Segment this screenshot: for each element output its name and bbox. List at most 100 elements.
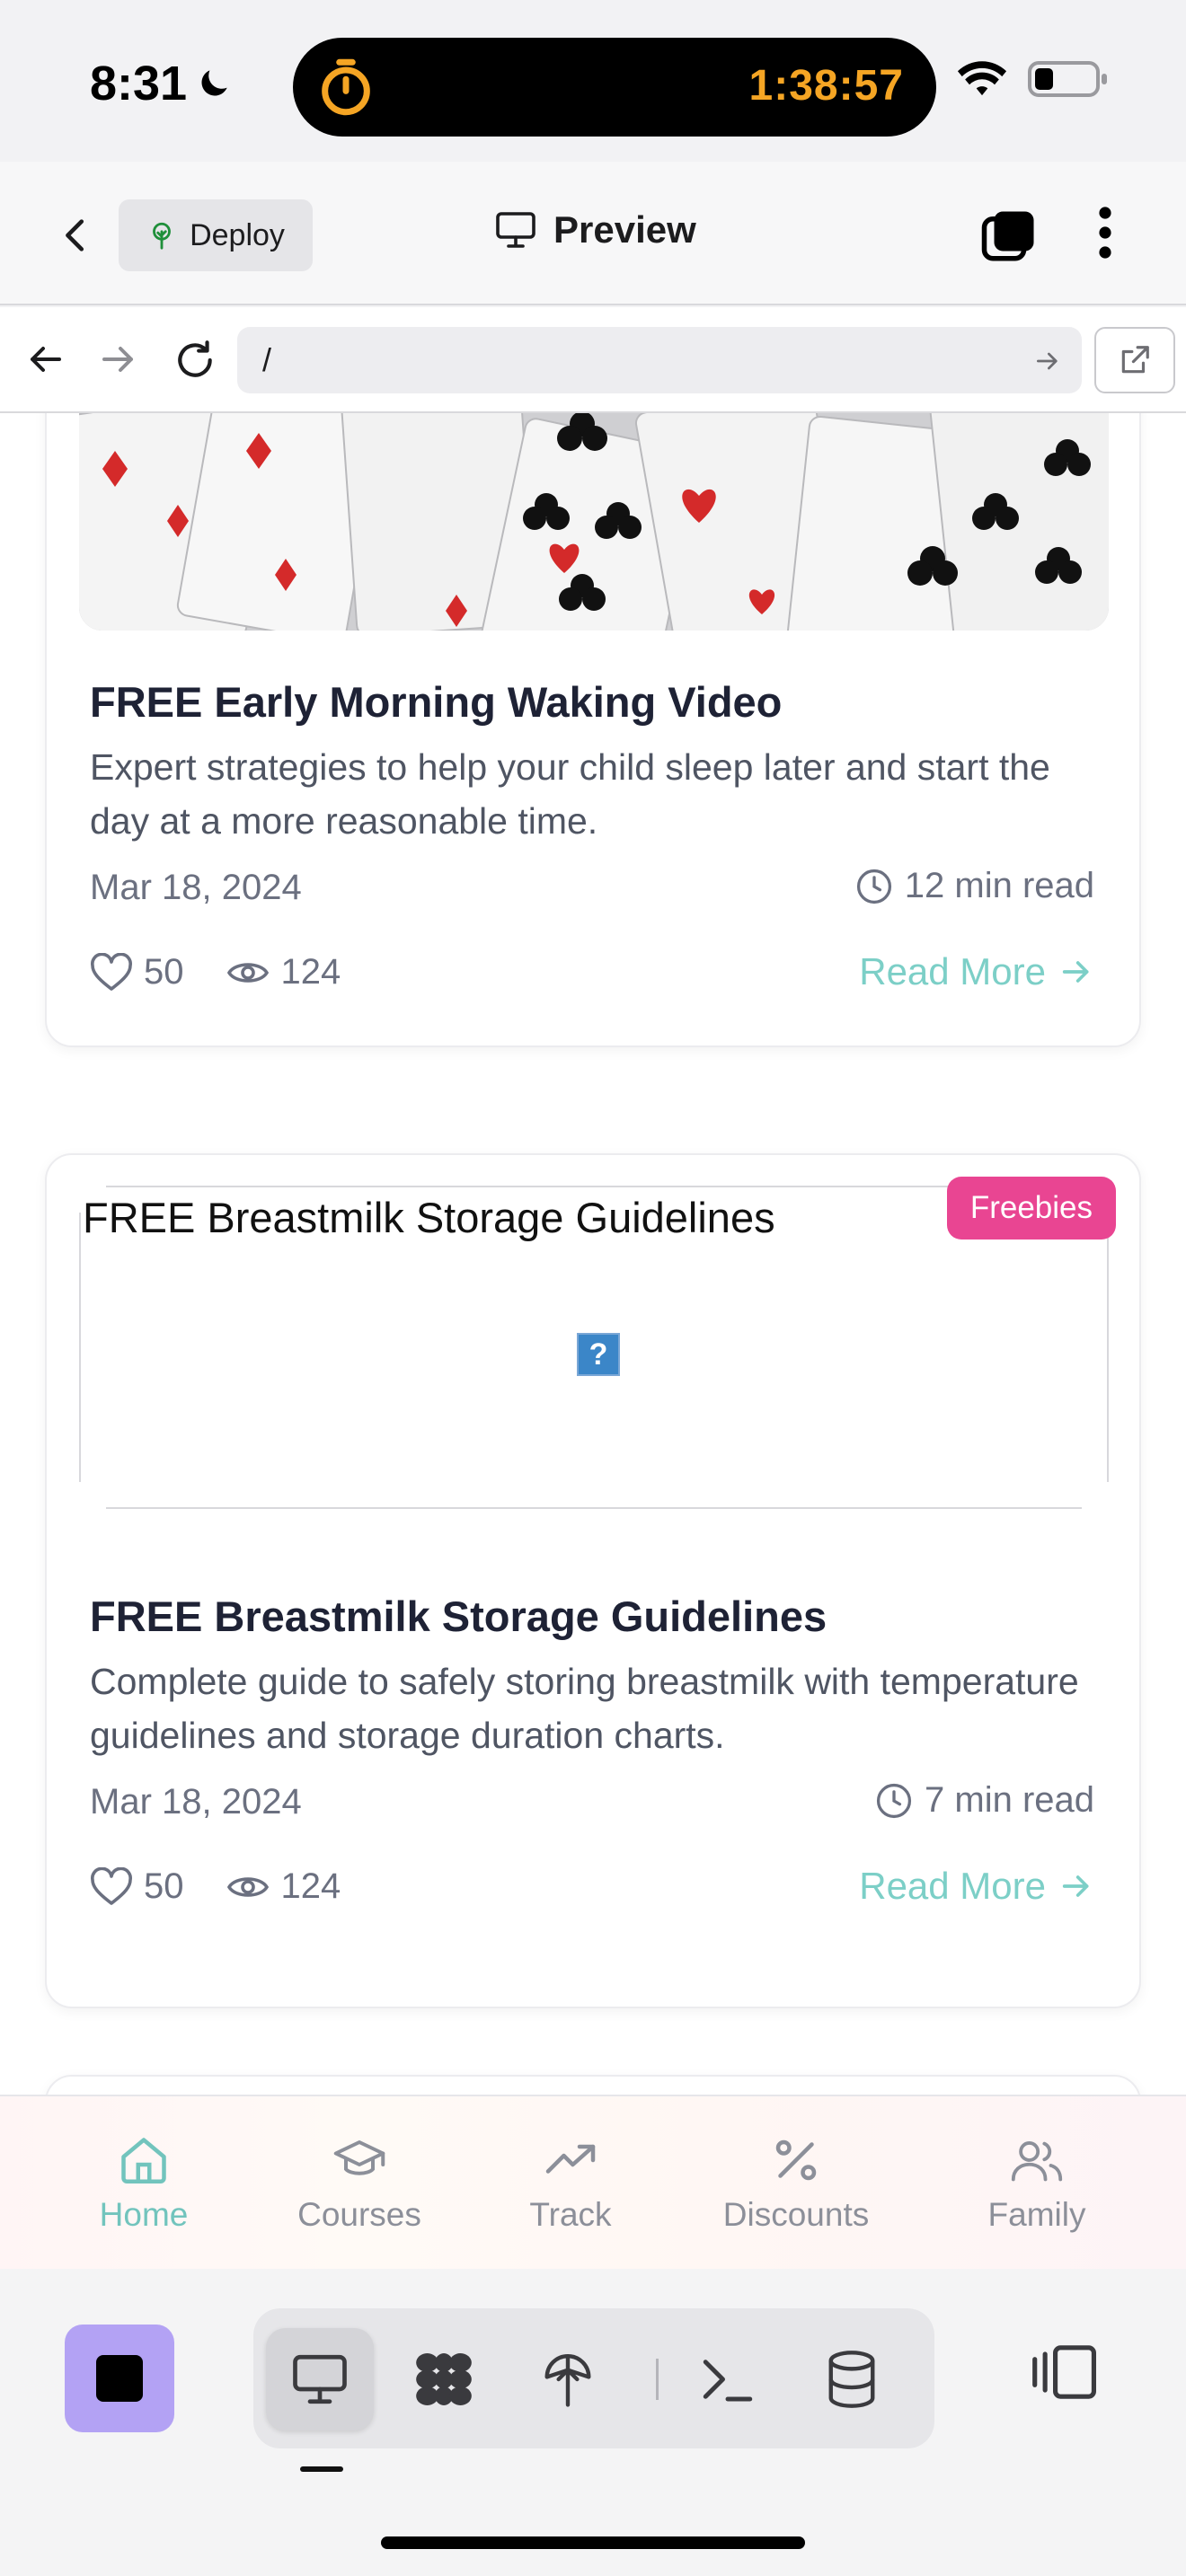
battery-icon	[1028, 61, 1107, 97]
views: 124	[226, 1866, 341, 1907]
nav-family-label: Family	[987, 2196, 1086, 2233]
read-time: 7 min read	[874, 1780, 1094, 1821]
heart-icon	[91, 1866, 132, 1905]
playing-cards-photo	[79, 413, 1109, 631]
status-bar: 8:31 1:38:57	[0, 0, 1186, 162]
database-tool[interactable]	[798, 2328, 906, 2430]
category-badge: Freebies	[946, 1177, 1116, 1239]
blog-card[interactable]: FREE Breastmilk Storage Guidelines ? Fre…	[45, 1153, 1141, 2008]
read-more-label: Read More	[859, 950, 1046, 992]
nav-courses[interactable]: Courses	[288, 2096, 431, 2271]
preview-tool[interactable]	[266, 2328, 374, 2430]
card-date: Mar 18, 2024	[90, 1782, 302, 1822]
graduation-cap-icon	[333, 2140, 385, 2175]
nav-home[interactable]: Home	[81, 2096, 207, 2271]
views: 124	[226, 952, 341, 992]
nav-forward-arrow-icon[interactable]	[97, 338, 140, 381]
read-more-link[interactable]: Read More	[859, 950, 1094, 993]
stop-icon	[96, 2355, 143, 2402]
nav-family[interactable]: Family	[974, 2096, 1100, 2271]
clock-icon	[876, 1783, 912, 1818]
grid-blobs-icon	[416, 2353, 472, 2405]
likes-count: 50	[144, 952, 184, 992]
stopwatch-icon	[322, 58, 370, 116]
trending-up-icon	[545, 2144, 596, 2174]
deploy-button[interactable]: Deploy	[119, 199, 313, 271]
read-time-text: 7 min read	[925, 1780, 1094, 1820]
nav-discounts[interactable]: Discounts	[706, 2096, 886, 2271]
users-icon	[1011, 2141, 1063, 2182]
read-time: 12 min read	[854, 866, 1094, 906]
database-icon	[828, 2351, 875, 2408]
broken-image-icon: ?	[577, 1333, 620, 1376]
likes-count: 50	[144, 1866, 184, 1906]
card-stats: 50 124	[90, 952, 382, 992]
app-header: Deploy Preview	[0, 162, 1186, 305]
arrow-right-icon	[1062, 1875, 1089, 1897]
back-chevron-icon[interactable]	[56, 212, 97, 259]
console-tool[interactable]	[674, 2328, 782, 2430]
preview-title-text: Preview	[553, 208, 696, 251]
nav-track[interactable]: Track	[512, 2096, 629, 2271]
tabs-icon[interactable]	[979, 207, 1039, 266]
card-title[interactable]: FREE Early Morning Waking Video	[90, 677, 782, 727]
status-icons	[956, 59, 1111, 99]
clock-icon	[856, 869, 891, 904]
card-description: Expert strategies to help your child sle…	[90, 746, 1050, 842]
moon-icon	[201, 70, 227, 96]
reload-icon[interactable]	[173, 338, 217, 383]
toolbar-divider	[656, 2359, 659, 2400]
monitor-icon	[293, 2354, 347, 2404]
nav-home-label: Home	[99, 2196, 189, 2233]
side-panel-icon[interactable]	[1030, 2341, 1102, 2404]
card-description: Complete guide to safely storing breastm…	[90, 1661, 1079, 1756]
timer-readout: 1:38:57	[748, 62, 904, 110]
monitor-icon	[496, 212, 535, 248]
app-bottom-nav: Home Courses Track Discounts Family	[0, 2095, 1186, 2269]
preview-content[interactable]: FREE Early Morning Waking Video Expert s…	[0, 413, 1186, 2095]
read-time-text: 12 min read	[904, 866, 1094, 905]
eye-icon	[226, 962, 269, 983]
deploy-tree-icon	[544, 2353, 591, 2407]
dynamic-island[interactable]: 1:38:57	[293, 38, 936, 137]
read-more-label: Read More	[859, 1865, 1046, 1907]
deploy-tree-icon	[153, 222, 171, 250]
clock: 8:31	[90, 56, 234, 111]
active-tool-indicator	[300, 2466, 343, 2472]
playing-cards-image	[79, 413, 1109, 631]
card-stats: 50 124	[90, 1866, 382, 1907]
image-alt-text: FREE Breastmilk Storage Guidelines	[83, 1193, 784, 1242]
card-title[interactable]: FREE Breastmilk Storage Guidelines	[90, 1592, 827, 1641]
nav-courses-label: Courses	[297, 2196, 421, 2233]
open-external-button[interactable]	[1094, 327, 1175, 393]
preview-title[interactable]: Preview	[494, 208, 696, 251]
workspace-tool[interactable]	[390, 2328, 498, 2430]
nav-back-arrow-icon[interactable]	[23, 338, 66, 381]
card-date: Mar 18, 2024	[90, 868, 302, 907]
eye-icon	[226, 1876, 269, 1897]
wifi-icon	[957, 61, 1007, 96]
likes[interactable]: 50	[90, 1866, 184, 1907]
read-more-link[interactable]: Read More	[859, 1865, 1094, 1908]
blog-card[interactable]: FREE Early Morning Waking Video Expert s…	[45, 413, 1141, 1047]
percent-icon	[775, 2139, 817, 2181]
home-indicator[interactable]	[381, 2536, 805, 2549]
deploy-label: Deploy	[190, 217, 285, 252]
tool-switcher	[253, 2308, 934, 2448]
heart-icon	[91, 952, 132, 991]
deploy-tool[interactable]	[514, 2328, 622, 2430]
browser-url-bar: /	[0, 307, 1186, 413]
url-path: /	[262, 341, 272, 378]
blog-card[interactable]	[45, 2075, 1141, 2095]
clock-time: 8:31	[90, 57, 188, 110]
likes[interactable]: 50	[90, 952, 184, 992]
external-link-icon	[1121, 346, 1149, 374]
stop-button[interactable]	[65, 2325, 174, 2432]
go-arrow-icon[interactable]	[1033, 347, 1062, 375]
editor-toolbar	[0, 2269, 1186, 2576]
url-input[interactable]: /	[237, 327, 1082, 393]
terminal-icon	[703, 2360, 753, 2402]
more-options-icon[interactable]	[1089, 203, 1121, 262]
home-icon	[121, 2138, 166, 2183]
views-count: 124	[280, 1866, 341, 1906]
